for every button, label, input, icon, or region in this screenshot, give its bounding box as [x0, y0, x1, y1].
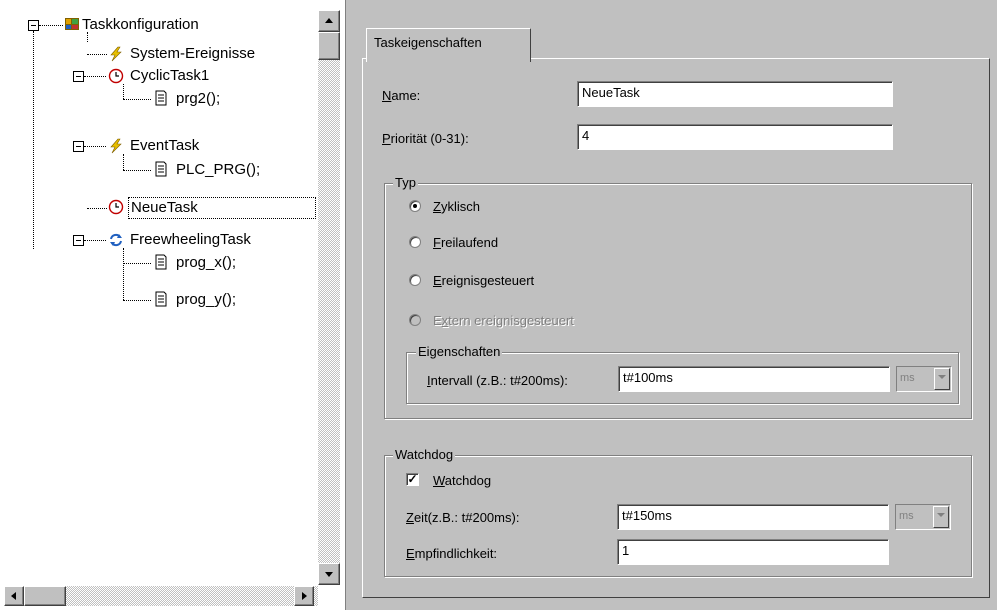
tree-node-label: CyclicTask1: [130, 67, 210, 84]
collapse-eventtask-icon[interactable]: [73, 141, 84, 152]
radio-freilaufend[interactable]: [409, 236, 421, 248]
arrow-down-icon: [325, 572, 333, 577]
tree-node-label: PLC_PRG();: [176, 161, 261, 178]
watchdog-checkbox-label[interactable]: Watchdog: [433, 473, 491, 488]
arrow-left-icon: [11, 592, 16, 600]
collapse-cyclictask1-icon[interactable]: [73, 71, 84, 82]
tree-node-label: System-Ereignisse: [130, 45, 256, 62]
watchdog-checkbox[interactable]: ✓: [406, 473, 419, 486]
watchdog-unit-value: ms: [899, 510, 914, 522]
scroll-left-button[interactable]: [4, 586, 24, 606]
watchdog-time-value: t#150ms: [622, 508, 672, 523]
clock-icon: [108, 199, 124, 215]
sensitivity-value: 1: [622, 543, 630, 558]
priority-value: 4: [582, 128, 590, 143]
scroll-up-button[interactable]: [318, 10, 340, 32]
interval-unit-select: ms: [896, 366, 952, 392]
radio-extern-ereignisgesteuert-label: Extern ereignisgesteuert: [433, 313, 574, 328]
eigenschaften-group-title: Eigenschaften: [416, 344, 503, 359]
radio-ereignisgesteuert-label[interactable]: Ereignisgesteuert: [433, 273, 534, 288]
interval-field[interactable]: t#100ms: [618, 366, 890, 392]
cycle-arrows-icon: [110, 233, 122, 247]
task-tree[interactable]: Taskkonfiguration System-Ereignisse Cycl…: [14, 10, 316, 585]
radio-extern-ereignisgesteuert: [409, 314, 421, 326]
collapse-freewheelingtask-icon[interactable]: [73, 235, 84, 246]
tab-label: Taskeigenschaften: [374, 35, 482, 50]
document-icon: [155, 291, 167, 307]
interval-value: t#100ms: [623, 370, 673, 385]
priority-label: Priorität (0-31):: [382, 131, 469, 146]
scroll-thumb[interactable]: [318, 32, 340, 60]
document-icon: [155, 161, 167, 177]
tree-node-label: NeueTask: [131, 199, 198, 216]
sensitivity-label: Empfindlichkeit:: [406, 546, 498, 561]
chevron-down-icon: [933, 506, 949, 528]
tree-node-label: prog_x();: [176, 254, 237, 271]
horizontal-scroll-thumb[interactable]: [24, 586, 66, 606]
watchdog-group-title: Watchdog: [393, 447, 456, 462]
tree-node-label: FreewheelingTask: [130, 231, 251, 248]
watchdog-time-label: Zeit(z.B.: t#200ms):: [406, 510, 520, 525]
name-field[interactable]: NeueTask: [577, 81, 893, 107]
name-label: Name:: [382, 88, 421, 103]
arrow-up-icon: [325, 18, 333, 23]
radio-freilaufend-label[interactable]: Freilaufend: [433, 235, 498, 250]
scroll-down-button[interactable]: [318, 563, 340, 585]
tree-node-label: Taskkonfiguration: [82, 16, 199, 33]
radio-ereignisgesteuert[interactable]: [409, 274, 421, 286]
tree-node-label: prg2();: [176, 90, 221, 107]
interval-label: Intervall (z.B.: t#200ms):: [427, 373, 568, 388]
watchdog-time-field[interactable]: t#150ms: [617, 504, 889, 530]
arrow-right-icon: [302, 592, 307, 600]
interval-unit-value: ms: [900, 372, 915, 384]
name-value: NeueTask: [582, 85, 640, 100]
sensitivity-field[interactable]: 1: [617, 539, 889, 565]
radio-zyklisch[interactable]: [409, 200, 421, 212]
task-config-icon: [65, 18, 79, 30]
typ-group-title: Typ: [393, 175, 418, 190]
collapse-root-icon[interactable]: [28, 20, 39, 31]
chevron-down-icon: [934, 368, 950, 390]
tab-taskeigenschaften[interactable]: Taskeigenschaften: [366, 28, 531, 62]
scroll-right-button[interactable]: [294, 586, 314, 606]
watchdog-unit-select: ms: [895, 504, 951, 530]
priority-field[interactable]: 4: [577, 124, 893, 150]
tree-node-neuetask[interactable]: NeueTask: [128, 197, 316, 219]
vertical-scrollbar[interactable]: [318, 10, 340, 585]
lightning-icon: [110, 46, 122, 62]
properties-panel: Taskeigenschaften Name: NeueTask Priorit…: [345, 0, 997, 610]
document-icon: [155, 90, 167, 106]
tree-node-label: prog_y();: [176, 291, 237, 308]
lightning-icon: [110, 138, 122, 154]
clock-icon: [108, 68, 124, 84]
tree-node-label: EventTask: [130, 137, 200, 154]
document-icon: [155, 254, 167, 270]
radio-zyklisch-label[interactable]: Zyklisch: [433, 199, 480, 214]
